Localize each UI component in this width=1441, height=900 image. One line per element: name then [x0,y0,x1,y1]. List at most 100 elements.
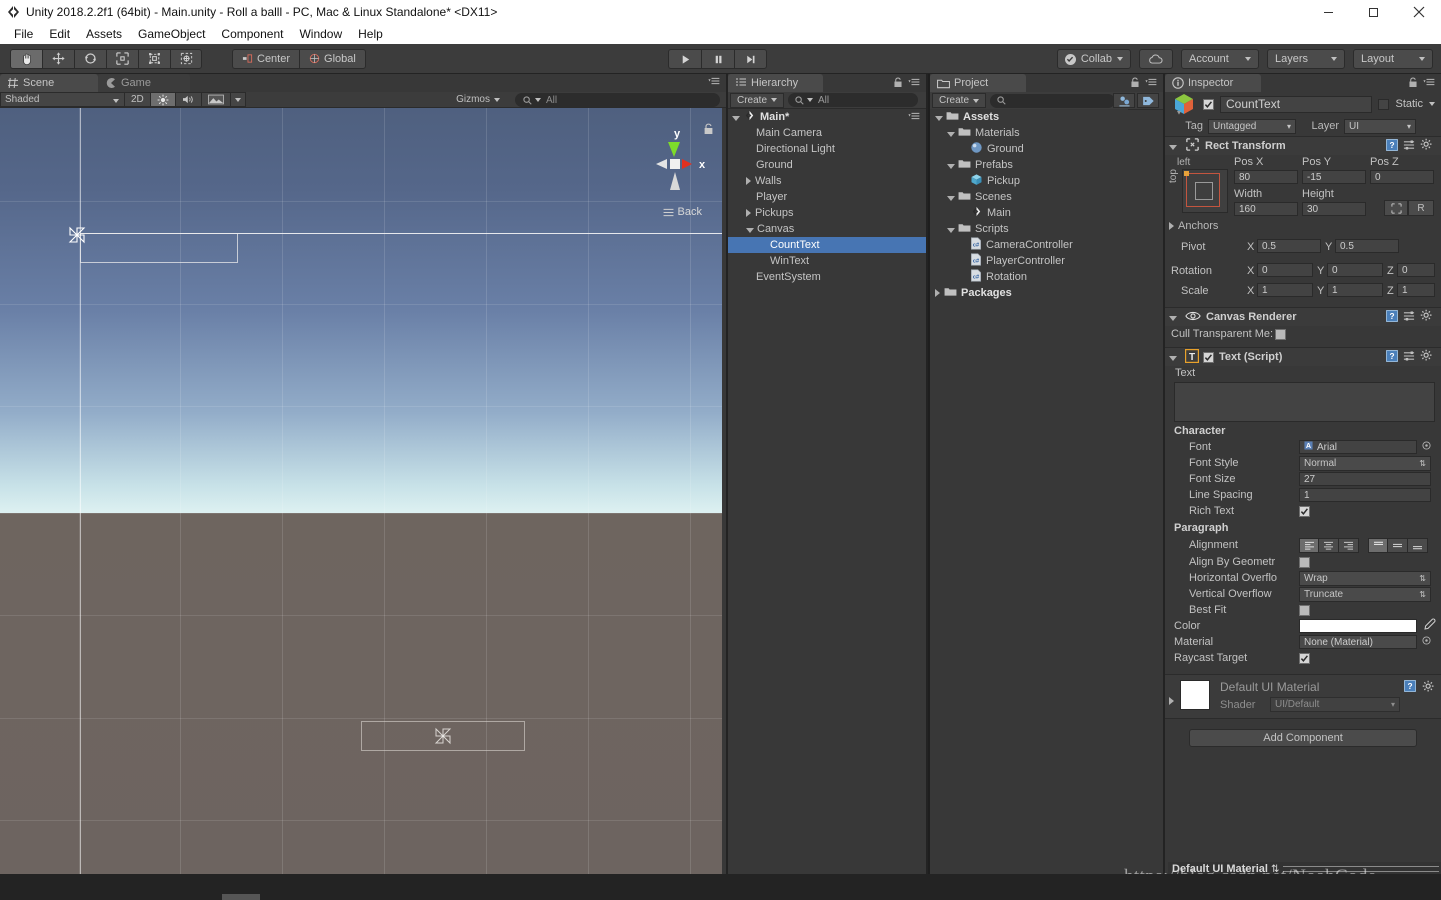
pivot-y-field[interactable]: 0.5 [1335,239,1399,253]
counttext-pivot-gizmo[interactable] [66,224,88,246]
anchors-foldout[interactable]: Anchors [1169,220,1218,232]
text-enabled-checkbox[interactable] [1203,351,1214,363]
project-filter-type-icon[interactable] [1113,93,1135,108]
tab-project[interactable]: Project [930,74,1026,92]
chevron-down-icon[interactable] [947,163,955,169]
chevron-right-icon[interactable] [1169,222,1174,230]
project-tab-menu[interactable] [1145,77,1159,90]
hierarchy-tab-menu[interactable] [908,77,922,90]
gear-icon[interactable] [1420,349,1433,365]
object-picker-icon[interactable] [1422,636,1431,648]
cull-transparent-checkbox[interactable] [1275,328,1287,340]
component-header-text-script[interactable]: T Text (Script) ? [1165,347,1441,366]
fx-toggle-button[interactable] [201,92,231,107]
hierarchy-lock-icon[interactable] [893,76,903,91]
chevron-down-icon[interactable] [1169,144,1177,150]
hierarchy-scene-menu-icon[interactable] [908,111,922,124]
play-icon[interactable] [668,49,701,69]
hierarchy-item-directional-light[interactable]: Directional Light [728,141,926,157]
pos-z-field[interactable]: 0 [1370,170,1434,184]
pause-icon[interactable] [701,49,734,69]
best-fit-checkbox[interactable] [1299,604,1310,616]
splitter-hierarchy-project[interactable] [926,74,928,874]
preset-icon[interactable] [1403,139,1415,154]
scale-tool-button[interactable] [106,48,138,69]
font-size-field[interactable]: 27 [1299,472,1431,486]
project-item-main-scene[interactable]: Main [930,205,1128,221]
menu-assets[interactable]: Assets [78,24,130,44]
project-lock-icon[interactable] [1130,76,1140,91]
help-icon[interactable]: ? [1386,349,1398,365]
blueprint-mode-button[interactable] [1384,200,1408,216]
menu-edit[interactable]: Edit [41,24,78,44]
hierarchy-item-canvas[interactable]: Canvas [728,221,926,237]
line-spacing-field[interactable]: 1 [1299,488,1431,502]
align-by-geometry-checkbox[interactable] [1299,556,1310,568]
maximize-icon[interactable] [1351,0,1396,24]
tag-dropdown[interactable]: Untagged ▾ [1208,118,1296,134]
align-middle-button[interactable] [1388,537,1408,553]
scene-view-orientation-gizmo[interactable]: y x [636,124,706,204]
scene-lock-icon[interactable] [703,122,714,138]
font-style-dropdown[interactable]: Normal ⇅ [1299,455,1431,471]
chevron-down-icon[interactable] [1429,102,1435,106]
align-top-button[interactable] [1368,537,1388,553]
space-mode-button[interactable]: Global [299,48,366,69]
add-component-button[interactable]: Add Component [1189,729,1417,747]
raycast-target-checkbox[interactable] [1299,652,1310,664]
project-item-playercontroller[interactable]: c# PlayerController [930,253,1128,269]
account-button[interactable]: Account [1181,49,1259,69]
align-right-button[interactable] [1339,537,1359,553]
project-item-scenes[interactable]: Scenes [930,189,1128,205]
project-item-assets[interactable]: Assets [930,109,1128,125]
hierarchy-item-pickups[interactable]: Pickups [728,205,926,221]
raw-edit-button[interactable]: R [1408,200,1434,216]
chevron-right-icon[interactable] [1169,697,1174,705]
hierarchy-item-main-camera[interactable]: Main Camera [728,125,926,141]
pos-x-field[interactable]: 80 [1234,170,1298,184]
audio-toggle-button[interactable] [175,92,202,107]
chevron-right-icon[interactable] [746,177,751,185]
draw-mode-dropdown[interactable]: Shaded [0,92,125,107]
menu-gameobject[interactable]: GameObject [130,24,213,44]
hierarchy-item-eventsystem[interactable]: EventSystem [728,269,926,285]
vertical-overflow-dropdown[interactable]: Truncate ⇅ [1299,586,1431,602]
object-picker-icon[interactable] [1422,441,1431,453]
gear-icon[interactable] [1422,680,1435,696]
hierarchy-item-ground[interactable]: Ground [728,157,926,173]
color-swatch[interactable] [1299,619,1417,633]
component-header-canvas-renderer[interactable]: Canvas Renderer ? [1165,307,1441,326]
hierarchy-item-wintext[interactable]: WinText [728,253,926,269]
project-item-packages[interactable]: Packages [930,285,1128,301]
help-icon[interactable]: ? [1386,138,1398,154]
component-header-rect-transform[interactable]: Rect Transform ? [1165,136,1441,155]
help-icon[interactable]: ? [1386,309,1398,325]
width-field[interactable]: 160 [1234,202,1298,216]
scale-x-field[interactable]: 1 [1257,283,1313,297]
status-bar-handle[interactable] [222,894,260,900]
hierarchy-item-player[interactable]: Player [728,189,926,205]
height-field[interactable]: 30 [1302,202,1366,216]
horizontal-overflow-dropdown[interactable]: Wrap ⇅ [1299,570,1431,586]
hand-tool-button[interactable] [10,48,42,69]
project-item-materials[interactable]: Materials [930,125,1128,141]
preset-icon[interactable] [1403,350,1415,365]
menu-component[interactable]: Component [213,24,291,44]
hierarchy-item-walls[interactable]: Walls [728,173,926,189]
rotate-tool-button[interactable] [74,48,106,69]
static-checkbox[interactable] [1378,98,1390,110]
inspector-tab-menu[interactable] [1423,77,1437,90]
project-create-button[interactable]: Create [932,93,987,108]
chevron-down-icon[interactable] [947,131,955,137]
layers-button[interactable]: Layers [1267,49,1345,69]
project-item-pickup-prefab[interactable]: Pickup [930,173,1128,189]
fx-dropdown-button[interactable] [230,92,246,107]
chevron-down-icon[interactable] [1169,355,1177,361]
scene-viewport[interactable]: y x Back [0,108,722,874]
eyedropper-icon[interactable] [1423,618,1436,634]
move-tool-button[interactable] [42,48,74,69]
project-filter-label-icon[interactable] [1137,93,1159,108]
scene-tab-menu[interactable] [708,76,722,86]
hierarchy-item-main[interactable]: Main* [728,109,926,125]
rotation-y-field[interactable]: 0 [1327,263,1383,277]
